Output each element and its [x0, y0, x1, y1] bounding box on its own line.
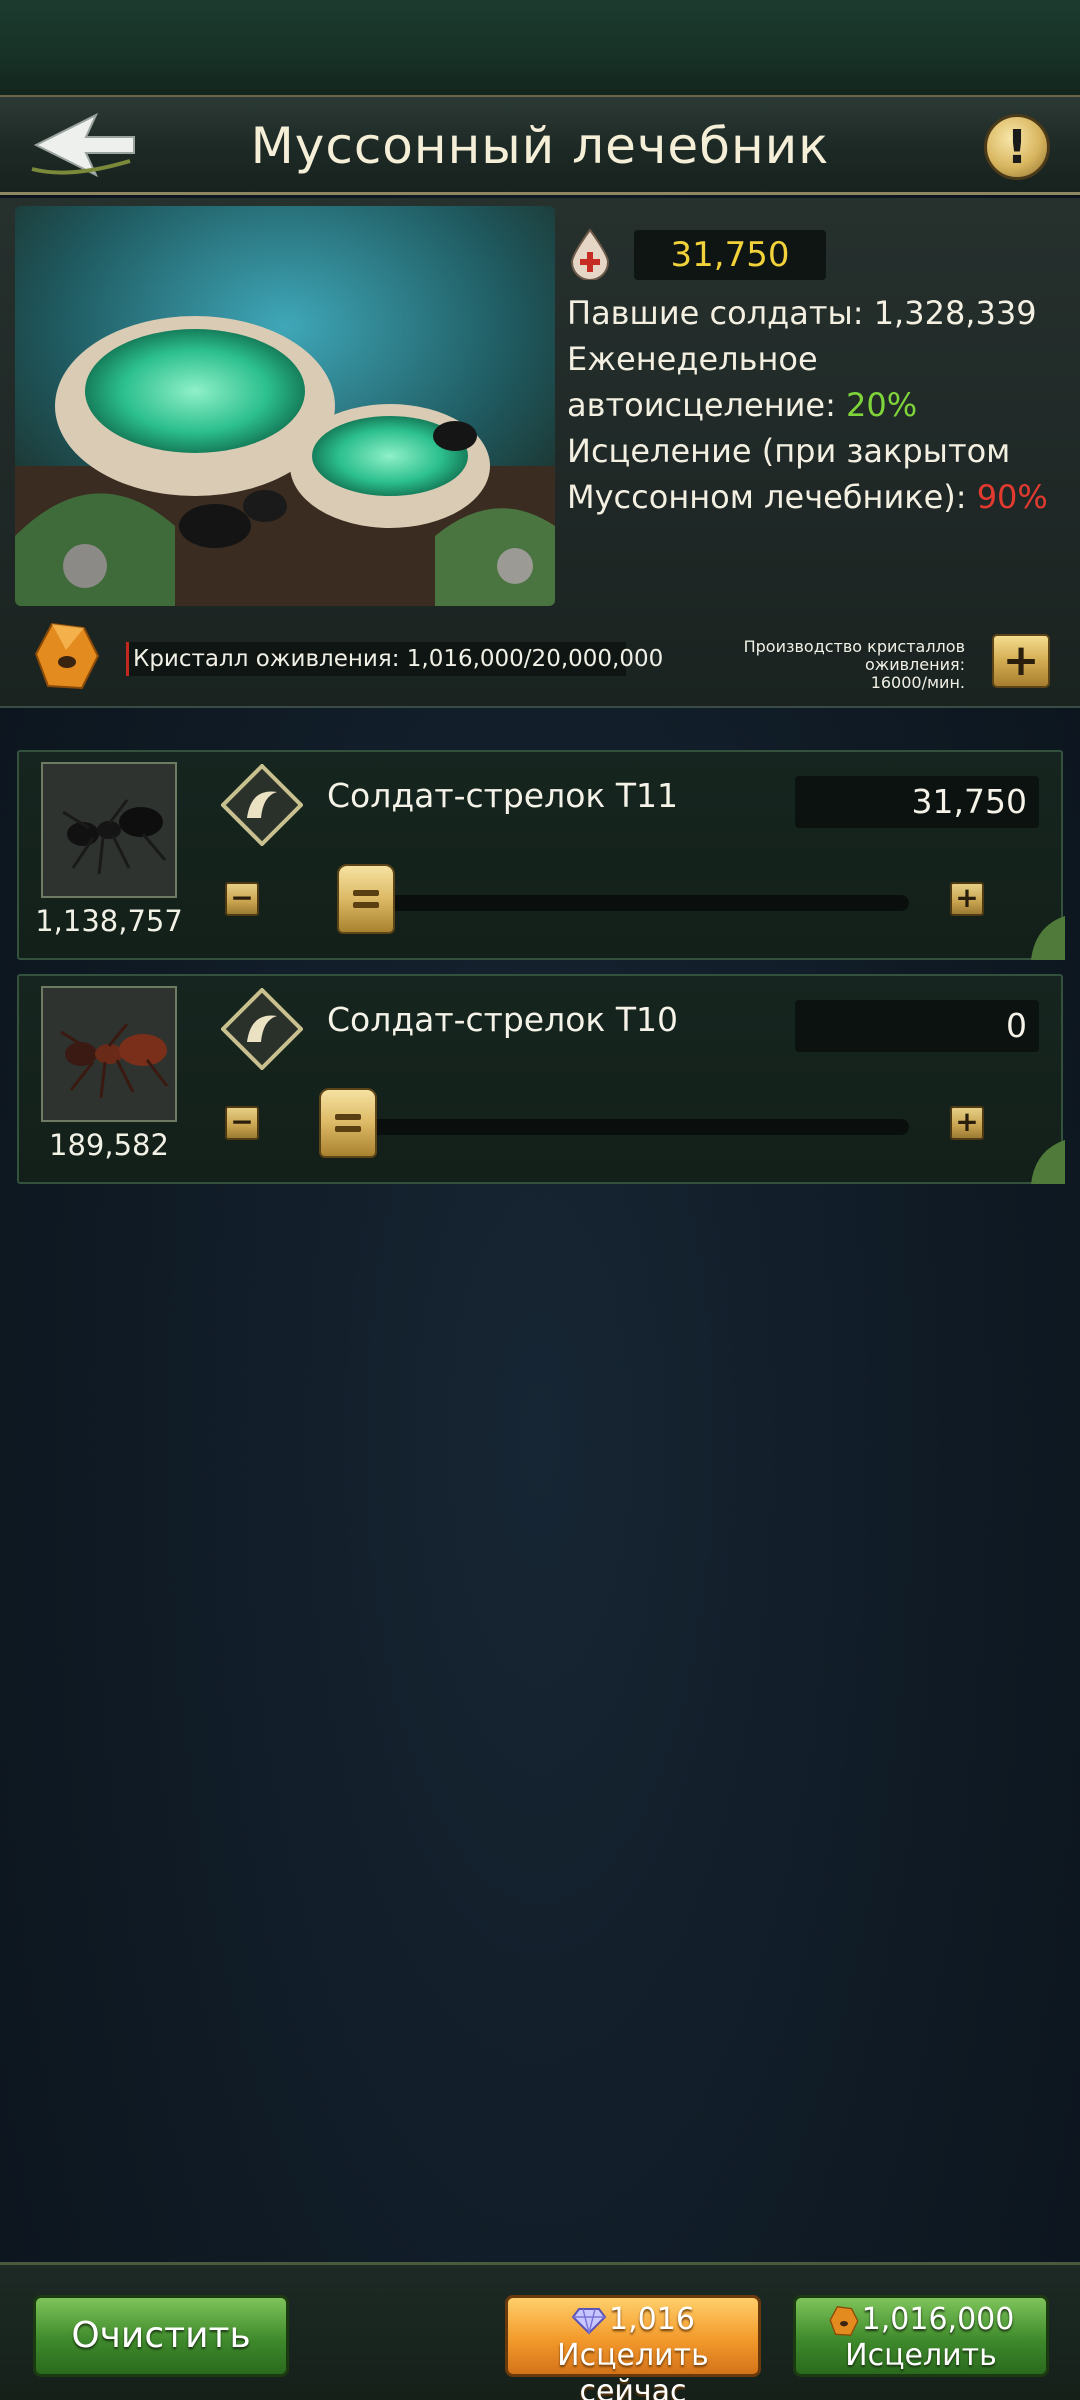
page-title: Муссонный лечебник — [250, 117, 830, 175]
unit-portrait-red-ant — [41, 986, 177, 1122]
minus-icon: − — [230, 1105, 254, 1138]
heal-count-value: 31,750 — [634, 230, 826, 280]
blood-drop-icon — [570, 228, 610, 280]
weekly-heal-label-2: автоисцеление: — [567, 386, 836, 424]
add-crystal-button[interactable]: + — [992, 634, 1050, 688]
fallen-value: 1,328,339 — [873, 294, 1037, 332]
hospital-illustration — [15, 206, 555, 606]
closed-heal-label-2: Муссонном лечебнике): — [567, 478, 967, 516]
production-line-2: 16000/мин. — [870, 673, 965, 692]
unit-row: 1,138,757 Солдат-стрелок T11 31,750 − + — [17, 750, 1065, 960]
header-bar: Муссонный лечебник ! — [0, 95, 1080, 195]
exclamation-icon: ! — [1006, 120, 1028, 174]
quantity-slider-track[interactable] — [339, 895, 909, 911]
leaf-decoration-icon — [1031, 916, 1065, 960]
unit-quantity-input[interactable]: 0 — [795, 1000, 1039, 1052]
increase-button[interactable]: + — [950, 882, 984, 916]
amber-crystal-icon — [829, 2305, 859, 2336]
decrease-button[interactable]: − — [225, 882, 259, 916]
weekly-heal-line: автоисцеление: 20% — [567, 382, 1077, 428]
unit-count: 1,138,757 — [35, 904, 183, 938]
clear-button[interactable]: Очистить — [33, 2295, 289, 2377]
heal-now-cost-value: 1,016 — [609, 2302, 695, 2337]
crystal-progress-bar: Кристалл оживления: 1,016,000/20,000,000 — [126, 642, 663, 676]
weekly-heal-value: 20% — [846, 386, 918, 424]
diamond-icon — [571, 2307, 607, 2334]
heal-cost-value: 1,016,000 — [861, 2302, 1015, 2337]
unit-count: 189,582 — [49, 1128, 169, 1162]
unit-name: Солдат-стрелок T10 — [327, 1000, 678, 1039]
quantity-slider-track[interactable] — [339, 1119, 909, 1135]
closed-heal-value: 90% — [976, 478, 1048, 516]
crystal-production-text: Производство кристаллов оживления: 16000… — [640, 638, 965, 692]
ranged-unit-type-icon — [221, 764, 303, 846]
heal-now-button[interactable]: 1,016 Исцелить сейчас — [505, 2295, 761, 2400]
unit-name: Солдат-стрелок T11 — [327, 776, 678, 815]
decrease-button[interactable]: − — [225, 1106, 259, 1140]
fallen-soldiers-line: Павшие солдаты: 1,328,339 — [567, 290, 1077, 336]
heal-now-cost: 1,016 — [508, 2302, 758, 2338]
leaf-decoration-icon — [1031, 1140, 1065, 1184]
fallen-label: Павшие солдаты: — [567, 294, 864, 332]
heal-button[interactable]: 1,016,000 Исцелить — [793, 2295, 1049, 2377]
info-button[interactable]: ! — [984, 114, 1050, 180]
unit-portrait-black-ant — [41, 762, 177, 898]
ranged-unit-type-icon — [221, 988, 303, 1070]
closed-heal-line: Муссонном лечебнике): 90% — [567, 474, 1077, 520]
minus-icon: − — [230, 881, 254, 914]
unit-row: 189,582 Солдат-стрелок T10 0 − + — [17, 974, 1065, 1184]
heal-label: Исцелить — [845, 2338, 997, 2373]
bottom-action-bar: Очистить 1,016 Исцелить сейчас 1,016,000… — [0, 2262, 1080, 2400]
hospital-info-panel: 31,750 Павшие солдаты: 1,328,339 Еженеде… — [0, 198, 1080, 708]
heal-cost: 1,016,000 — [796, 2302, 1046, 2338]
plus-icon: + — [955, 1105, 979, 1138]
increase-button[interactable]: + — [950, 1106, 984, 1140]
quantity-slider-thumb[interactable] — [336, 864, 395, 934]
unit-quantity-input[interactable]: 31,750 — [795, 776, 1039, 828]
closed-heal-label-1: Исцеление (при закрытом — [567, 432, 1011, 470]
weekly-heal-label-1: Еженедельное — [567, 340, 818, 378]
stats-block: Павшие солдаты: 1,328,339 Еженедельное а… — [567, 290, 1077, 520]
production-line-1: Производство кристаллов оживления: — [743, 637, 965, 674]
quantity-slider-thumb[interactable] — [319, 1088, 377, 1158]
plus-icon: + — [955, 881, 979, 914]
top-decor-strip — [0, 0, 1080, 95]
heal-now-label: Исцелить сейчас — [557, 2338, 709, 2400]
plus-icon: + — [1002, 635, 1040, 686]
amber-crystal-icon — [34, 622, 100, 690]
